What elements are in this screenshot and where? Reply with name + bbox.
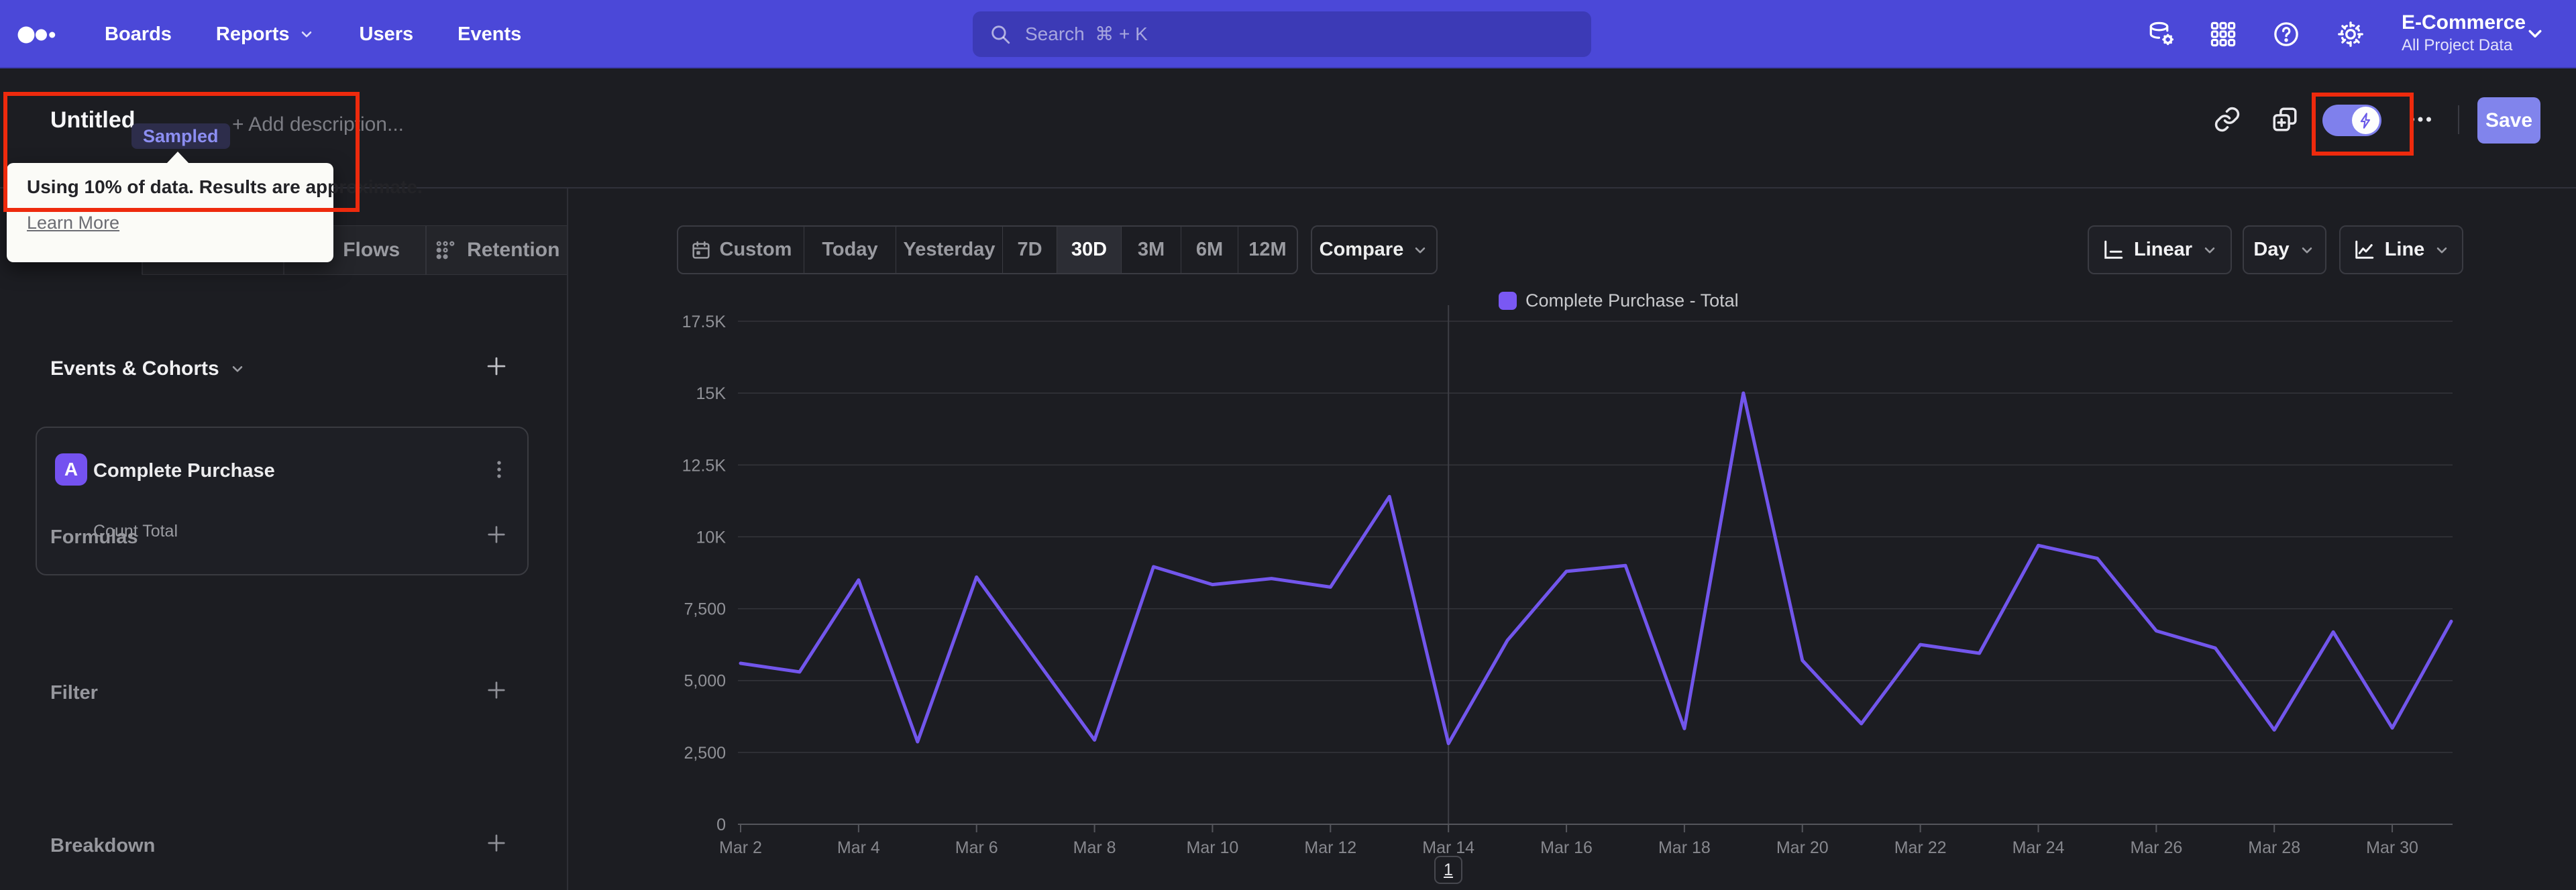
svg-text:Mar 4: Mar 4 (837, 838, 880, 857)
svg-text:15K: 15K (696, 384, 727, 403)
svg-text:Mar 14: Mar 14 (1422, 838, 1474, 857)
svg-text:Mar 18: Mar 18 (1658, 838, 1711, 857)
tooltip-text: Using 10% of data. Results are approxima… (27, 176, 423, 197)
sampling-tooltip: Using 10% of data. Results are approxima… (7, 152, 423, 262)
svg-text:Mar 2: Mar 2 (719, 838, 762, 857)
svg-text:12.5K: 12.5K (682, 456, 727, 475)
svg-text:10K: 10K (696, 528, 727, 547)
pagination-page-1[interactable]: 1 (1434, 856, 1462, 884)
svg-text:5,000: 5,000 (684, 672, 726, 691)
svg-text:Mar 26: Mar 26 (2130, 838, 2182, 857)
svg-text:Mar 28: Mar 28 (2248, 838, 2300, 857)
svg-text:Mar 24: Mar 24 (2012, 838, 2065, 857)
mixpanel-insights-app: BoardsReportsUsersEvents E-Commerce All … (0, 0, 2576, 890)
insights-line-chart[interactable]: 0 2,500 5,000 7,500 10K 12.5K 15K 17.5K Mar 2 Mar… (0, 0, 2576, 890)
svg-text:17.5K: 17.5K (682, 313, 727, 331)
svg-text:Mar 16: Mar 16 (1540, 838, 1593, 857)
learn-more-link[interactable]: Learn More (27, 213, 119, 233)
svg-text:Mar 20: Mar 20 (1776, 838, 1829, 857)
tooltip-arrow (166, 152, 189, 164)
svg-text:Mar 10: Mar 10 (1187, 838, 1239, 857)
svg-text:Mar 6: Mar 6 (955, 838, 998, 857)
svg-text:Mar 8: Mar 8 (1073, 838, 1116, 857)
svg-text:7,500: 7,500 (684, 600, 726, 619)
svg-text:Mar 12: Mar 12 (1304, 838, 1356, 857)
svg-text:Mar 30: Mar 30 (2366, 838, 2418, 857)
svg-text:2,500: 2,500 (684, 744, 726, 763)
svg-text:0: 0 (716, 816, 726, 834)
svg-text:Mar 22: Mar 22 (1894, 838, 1947, 857)
